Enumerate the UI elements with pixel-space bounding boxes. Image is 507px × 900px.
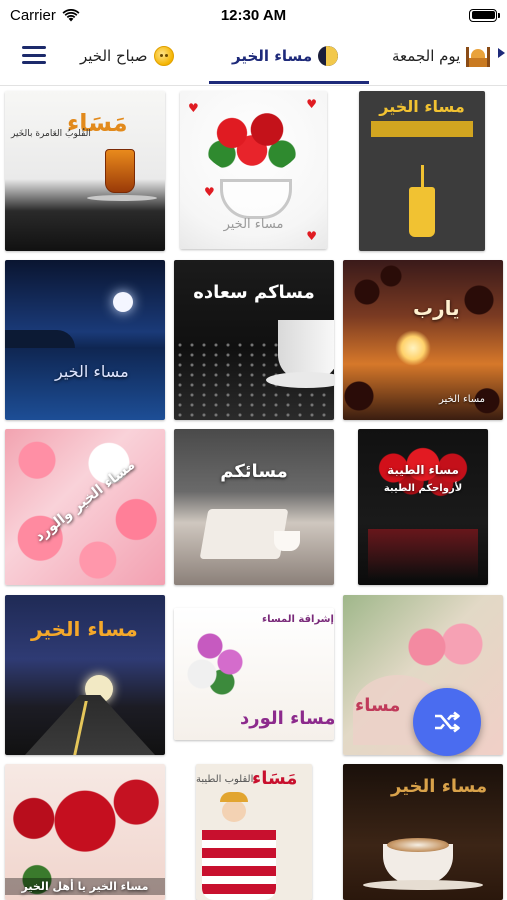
wifi-icon: [62, 8, 80, 21]
greeting-card-14[interactable]: مَسَاء القلوب الطيبة: [196, 764, 312, 900]
tab-label: يوم الجمعة: [392, 47, 461, 65]
card-subcaption: إشراقة المساء: [262, 614, 334, 625]
tab-good-evening[interactable]: مساء الخير: [232, 36, 339, 76]
scroll-right-arrow-icon[interactable]: [498, 48, 505, 58]
card-caption: مساكم سعاده: [193, 282, 315, 303]
card-caption: يارب: [413, 296, 460, 320]
active-tab-indicator: [209, 81, 369, 84]
greeting-card-2[interactable]: مساء الخير ♥ ♥ ♥ ♥: [180, 91, 327, 249]
tab-good-morning[interactable]: صباح الخير: [80, 36, 174, 76]
card-subcaption: مساء الخير: [439, 394, 486, 405]
greeting-card-6[interactable]: يارب مساء الخير: [343, 260, 503, 420]
card-caption: مساء الخير: [391, 776, 488, 797]
battery-icon: [469, 8, 500, 22]
card-caption: مساء الخير: [379, 97, 465, 116]
greeting-card-13[interactable]: مساء الخير يا أهل الخير: [5, 764, 165, 900]
greeting-card-9[interactable]: مساء الطيبة لأرواحكم الطيبة: [358, 429, 488, 585]
card-subcaption: القلوب الطيبة: [196, 774, 254, 785]
shuffle-button[interactable]: [413, 688, 481, 756]
greeting-card-4[interactable]: مساء الخير: [5, 260, 165, 420]
shuffle-icon: [435, 711, 460, 733]
hamburger-menu-button[interactable]: [22, 44, 46, 66]
mosque-icon: [466, 45, 491, 67]
card-caption: مساء الخير: [55, 362, 129, 381]
greeting-card-7[interactable]: مساء الخير والورد: [5, 429, 165, 585]
tab-label: مساء الخير: [232, 47, 313, 65]
carrier-label: Carrier: [10, 6, 56, 24]
card-subcaption: لأرواحكم الطيبة: [383, 483, 463, 494]
greeting-card-3[interactable]: مساء الخير: [359, 91, 485, 251]
greeting-card-5[interactable]: مساكم سعاده: [174, 260, 334, 420]
card-caption: مساء الخير: [31, 617, 138, 641]
card-caption: مساء الطيبة: [387, 463, 459, 477]
card-caption: مساء الخير يا أهل الخير: [5, 878, 165, 895]
category-tab-bar: صباح الخير مساء الخير يوم الجمعة: [0, 30, 507, 86]
greeting-card-10[interactable]: مساء الخير: [5, 595, 165, 755]
card-caption: مسائكم: [220, 461, 288, 482]
greeting-card-8[interactable]: مسائكم: [174, 429, 334, 585]
sun-face-icon: [153, 46, 174, 66]
tab-label: صباح الخير: [80, 47, 148, 65]
greeting-image-grid: مَسَاء القُلوبُ العَامرة بالخَير مساء ال…: [0, 87, 507, 900]
greeting-card-1[interactable]: مَسَاء القُلوبُ العَامرة بالخَير: [5, 91, 165, 251]
card-caption: مساء الورد: [240, 708, 334, 729]
status-bar: Carrier 12:30 AM: [0, 0, 507, 30]
card-subcaption: القُلوبُ العَامرة بالخَير: [11, 129, 91, 139]
crescent-moon-icon: [318, 46, 339, 66]
tab-friday[interactable]: يوم الجمعة: [392, 36, 491, 76]
greeting-card-15[interactable]: مساء الخير: [343, 764, 503, 900]
carrier-wifi: Carrier: [10, 7, 80, 24]
greeting-card-11[interactable]: مساء الورد إشراقة المساء: [174, 608, 334, 740]
card-caption: مَسَاء: [252, 768, 298, 789]
card-caption: مساء: [355, 695, 401, 716]
card-caption: مساء الخير: [223, 217, 284, 232]
